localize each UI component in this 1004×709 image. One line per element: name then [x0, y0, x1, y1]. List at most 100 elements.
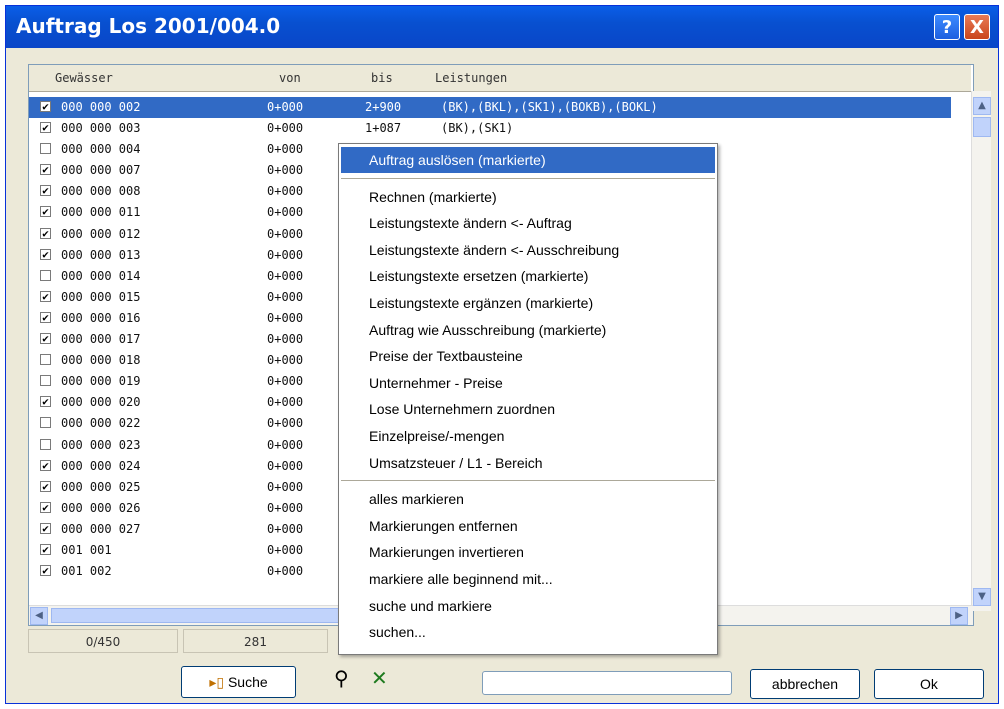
cell-von: 0+000 [267, 500, 304, 515]
row-checkbox[interactable]: ✔ [40, 396, 51, 408]
row-checkbox[interactable]: ✔ [40, 311, 51, 323]
table-row[interactable]: ✔ 000 000 003 0+000 1+087 (BK),(SK1) [29, 118, 951, 139]
row-checkbox[interactable] [40, 438, 51, 450]
help-button[interactable]: ? [934, 14, 960, 40]
cell-von: 0+000 [267, 289, 304, 304]
scroll-left-icon[interactable]: ◀ [30, 607, 48, 625]
cell-von: 0+000 [267, 100, 304, 114]
row-checkbox[interactable] [40, 417, 51, 429]
menu-item[interactable]: Preise der Textbausteine [341, 343, 715, 369]
menu-item[interactable]: Rechnen (markierte) [341, 184, 715, 210]
row-checkbox[interactable]: ✔ [40, 501, 51, 513]
cell-gewaesser: 000 000 023 [61, 437, 141, 452]
cell-gewaesser: 000 000 008 [61, 184, 141, 199]
row-checkbox[interactable] [40, 143, 51, 155]
menu-separator [341, 480, 715, 482]
cell-von: 0+000 [267, 205, 304, 220]
horizontal-scroll-thumb[interactable] [51, 608, 361, 623]
menu-item[interactable]: suche und markiere [341, 593, 715, 619]
cell-gewaesser: 000 000 022 [61, 416, 141, 431]
excel-icon[interactable]: ✕ [371, 666, 388, 690]
menu-item[interactable]: alles markieren [341, 486, 715, 512]
menu-item[interactable]: Auftrag wie Ausschreibung (markierte) [341, 317, 715, 343]
menu-separator [341, 177, 715, 179]
cell-gewaesser: 000 000 017 [61, 332, 141, 347]
cell-bis: 1+087 [365, 121, 402, 136]
search-input[interactable] [482, 671, 732, 695]
menu-item[interactable]: Markierungen entfernen [341, 513, 715, 539]
search-icon: ▸▯ [209, 674, 225, 690]
context-menu: Auftrag auslösen (markierte) Rechnen (mar… [338, 143, 718, 655]
row-checkbox[interactable]: ✔ [40, 101, 51, 112]
menu-item[interactable]: Leistungstexte ändern <- Auftrag [341, 210, 715, 236]
cell-gewaesser: 000 000 012 [61, 226, 141, 241]
status-marked-count: 0/450 [28, 629, 178, 653]
table-row[interactable]: ✔ 000 000 002 0+000 2+900 (BK),(BKL),(SK1),(… [29, 97, 951, 119]
menu-item[interactable]: Lose Unternehmern zuordnen [341, 396, 715, 422]
column-header-bis[interactable]: bis [371, 71, 393, 85]
vertical-scrollbar[interactable]: ▲ ▼ [971, 91, 991, 611]
column-header-gewaesser[interactable]: Gewässer [55, 71, 113, 85]
cell-von: 0+000 [267, 142, 304, 157]
scroll-up-icon[interactable]: ▲ [973, 97, 991, 115]
menu-item[interactable]: suchen... [341, 619, 715, 645]
title-bar[interactable]: Auftrag Los 2001/004.0 ? X [6, 6, 998, 48]
row-checkbox[interactable]: ✔ [40, 248, 51, 260]
row-checkbox[interactable]: ✔ [40, 185, 51, 197]
menu-item[interactable]: Markierungen invertieren [341, 539, 715, 565]
cancel-button[interactable]: abbrechen [750, 669, 860, 699]
row-checkbox[interactable]: ✔ [40, 459, 51, 471]
cell-gewaesser: 000 000 016 [61, 310, 141, 325]
cell-leistungen: (BK),(BKL),(SK1),(BOKB),(BOKL) [441, 100, 658, 114]
menu-item[interactable]: Einzelpreise/-mengen [341, 423, 715, 449]
row-checkbox[interactable]: ✔ [40, 543, 51, 555]
row-checkbox[interactable] [40, 375, 51, 387]
window-title: Auftrag Los 2001/004.0 [16, 14, 281, 38]
row-checkbox[interactable]: ✔ [40, 206, 51, 218]
column-header-leistungen[interactable]: Leistungen [435, 71, 507, 85]
cell-gewaesser: 000 000 025 [61, 479, 141, 494]
menu-item[interactable]: Auftrag auslösen (markierte) [341, 147, 715, 173]
cell-gewaesser: 000 000 011 [61, 205, 141, 220]
row-checkbox[interactable]: ✔ [40, 480, 51, 492]
binoculars-icon[interactable]: ⚲ [334, 666, 349, 690]
scroll-right-icon[interactable]: ▶ [950, 607, 968, 625]
cell-von: 0+000 [267, 121, 304, 136]
row-checkbox[interactable]: ✔ [40, 522, 51, 534]
row-checkbox[interactable]: ✔ [40, 164, 51, 176]
scroll-down-icon[interactable]: ▼ [973, 588, 991, 606]
cell-gewaesser: 000 000 027 [61, 521, 141, 536]
cell-von: 0+000 [267, 268, 304, 283]
cell-gewaesser: 000 000 018 [61, 353, 141, 368]
menu-item[interactable]: Leistungstexte ändern <- Ausschreibung [341, 237, 715, 263]
scroll-thumb[interactable] [973, 117, 991, 137]
search-button-label: Suche [227, 674, 268, 690]
row-checkbox[interactable]: ✔ [40, 290, 51, 302]
cell-von: 0+000 [267, 542, 304, 557]
menu-item[interactable]: markiere alle beginnend mit... [341, 566, 715, 592]
close-button[interactable]: X [964, 14, 990, 40]
cell-leistungen: (BK),(SK1) [441, 121, 514, 136]
row-checkbox[interactable]: ✔ [40, 122, 51, 134]
row-checkbox[interactable]: ✔ [40, 565, 51, 577]
cell-von: 0+000 [267, 163, 304, 178]
ok-button[interactable]: Ok [874, 669, 984, 699]
search-button[interactable]: ▸▯ Suche [181, 666, 296, 698]
cell-von: 0+000 [267, 247, 304, 262]
cell-gewaesser: 000 000 019 [61, 374, 141, 389]
row-checkbox[interactable] [40, 354, 51, 366]
row-checkbox[interactable] [40, 269, 51, 281]
cell-gewaesser: 000 000 002 [61, 100, 141, 114]
status-total-count: 281 [183, 629, 328, 653]
menu-item[interactable]: Umsatzsteuer / L1 - Bereich [341, 450, 715, 476]
cell-gewaesser: 000 000 014 [61, 268, 141, 283]
cell-bis: 2+900 [365, 100, 402, 114]
column-header-von[interactable]: von [279, 71, 301, 85]
menu-item[interactable]: Unternehmer - Preise [341, 370, 715, 396]
cell-von: 0+000 [267, 564, 304, 579]
cell-von: 0+000 [267, 310, 304, 325]
row-checkbox[interactable]: ✔ [40, 227, 51, 239]
menu-item[interactable]: Leistungstexte ergänzen (markierte) [341, 290, 715, 316]
row-checkbox[interactable]: ✔ [40, 333, 51, 345]
menu-item[interactable]: Leistungstexte ersetzen (markierte) [341, 263, 715, 289]
